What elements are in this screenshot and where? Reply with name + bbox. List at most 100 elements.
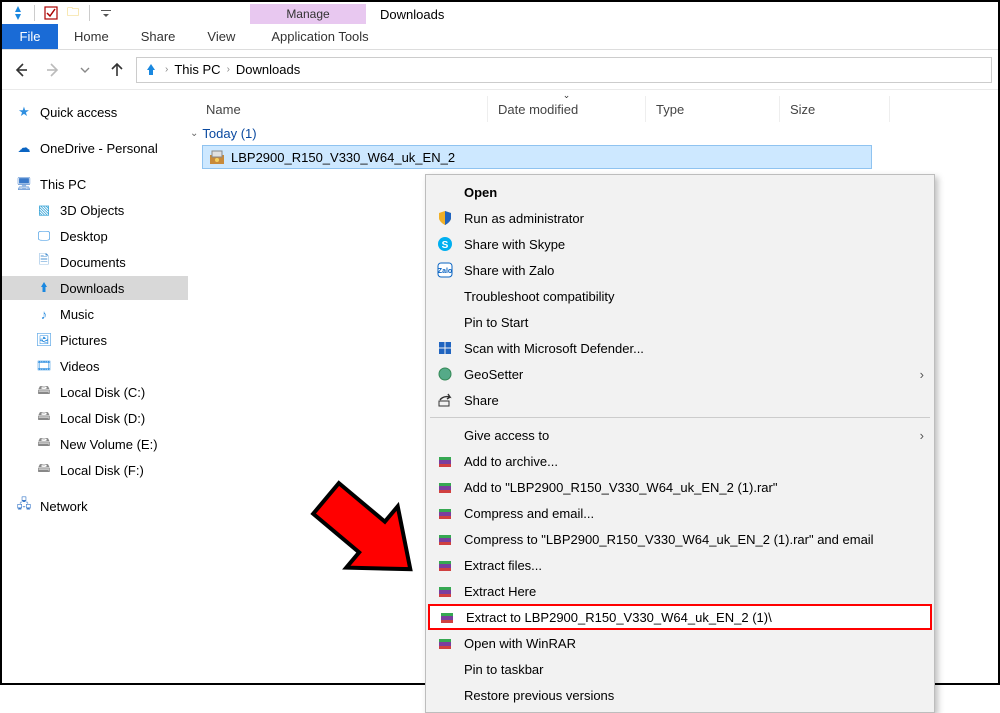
- sort-descending-icon: ⌄: [563, 90, 571, 101]
- breadcrumb-root[interactable]: This PC: [174, 62, 220, 77]
- skype-icon: S: [436, 235, 454, 253]
- qat-dropdown-icon[interactable]: [98, 5, 114, 21]
- cm-geosetter[interactable]: GeoSetter ›: [428, 361, 932, 387]
- cm-open-winrar[interactable]: Open with WinRAR: [428, 630, 932, 656]
- winrar-icon: [436, 582, 454, 600]
- winrar-icon: [438, 608, 456, 626]
- cm-open[interactable]: Open: [428, 179, 932, 205]
- column-headers: Name ⌄ Date modified Type Size: [188, 96, 998, 122]
- cm-zalo[interactable]: Zalo Share with Zalo: [428, 257, 932, 283]
- disk-icon: 🖴: [36, 410, 52, 426]
- ribbon-context-tab[interactable]: Manage: [250, 4, 366, 24]
- downloads-folder-icon: [143, 62, 159, 78]
- cloud-icon: ☁: [16, 140, 32, 156]
- sidebar-disk-d[interactable]: 🖴 Local Disk (D:): [2, 406, 188, 430]
- winrar-icon: [436, 504, 454, 522]
- cm-skype[interactable]: S Share with Skype: [428, 231, 932, 257]
- cm-label: Troubleshoot compatibility: [464, 289, 615, 304]
- cm-restore[interactable]: Restore previous versions: [428, 682, 932, 708]
- sidebar-item-label: 3D Objects: [60, 203, 124, 218]
- cm-add-archive[interactable]: Add to archive...: [428, 448, 932, 474]
- context-menu: Open Run as administrator S Share with S…: [425, 174, 935, 713]
- column-name[interactable]: Name: [188, 96, 488, 122]
- chevron-right-icon[interactable]: ›: [165, 64, 168, 75]
- cm-label: Compress to "LBP2900_R150_V330_W64_uk_EN…: [464, 532, 874, 547]
- sidebar-item-label: Quick access: [40, 105, 117, 120]
- cm-compress-email[interactable]: Compress and email...: [428, 500, 932, 526]
- sidebar-item-label: OneDrive - Personal: [40, 141, 158, 156]
- separator: [89, 5, 90, 21]
- cm-share[interactable]: Share: [428, 387, 932, 413]
- desktop-icon: 🖵: [36, 228, 52, 244]
- back-button[interactable]: [8, 57, 34, 83]
- tab-view[interactable]: View: [191, 24, 251, 49]
- sidebar-item-label: Music: [60, 307, 94, 322]
- sidebar-disk-f[interactable]: 🖴 Local Disk (F:): [2, 458, 188, 482]
- chevron-right-icon[interactable]: ›: [227, 64, 230, 75]
- sidebar-item-label: Desktop: [60, 229, 108, 244]
- pictures-icon: 🖼: [36, 332, 52, 348]
- file-tab[interactable]: File: [2, 24, 58, 49]
- disk-icon: 🖴: [36, 462, 52, 478]
- sidebar-this-pc[interactable]: 🖥 This PC: [2, 172, 188, 196]
- winrar-icon: [436, 452, 454, 470]
- sidebar-onedrive[interactable]: ☁ OneDrive - Personal: [2, 136, 188, 160]
- sidebar-documents[interactable]: 🗎 Documents: [2, 250, 188, 274]
- up-button[interactable]: [104, 57, 130, 83]
- tab-application-tools[interactable]: Application Tools: [255, 24, 384, 49]
- sidebar-disk-e[interactable]: 🖴 New Volume (E:): [2, 432, 188, 456]
- cm-pin-start[interactable]: Pin to Start: [428, 309, 932, 335]
- cm-label: Extract Here: [464, 584, 536, 599]
- column-size[interactable]: Size: [780, 96, 890, 122]
- qat-folder-icon[interactable]: 🗀: [65, 5, 81, 21]
- share-icon: [436, 391, 454, 409]
- sidebar-videos[interactable]: 🎞 Videos: [2, 354, 188, 378]
- qat-item-icon[interactable]: [43, 5, 59, 21]
- address-bar[interactable]: › This PC › Downloads: [136, 57, 992, 83]
- chevron-down-icon: ⌄: [190, 128, 198, 139]
- cm-defender[interactable]: Scan with Microsoft Defender...: [428, 335, 932, 361]
- cm-label: Extract to LBP2900_R150_V330_W64_uk_EN_2…: [466, 610, 772, 625]
- cm-label: Give access to: [464, 428, 549, 443]
- sidebar-network[interactable]: 🖧 Network: [2, 494, 188, 518]
- sidebar-3d-objects[interactable]: ▧ 3D Objects: [2, 198, 188, 222]
- sidebar-item-label: This PC: [40, 177, 86, 192]
- cm-give-access[interactable]: Give access to ›: [428, 422, 932, 448]
- geosetter-icon: [436, 365, 454, 383]
- cm-extract-here[interactable]: Extract Here: [428, 578, 932, 604]
- file-name: LBP2900_R150_V330_W64_uk_EN_2: [231, 150, 455, 165]
- group-header-today[interactable]: ⌄ Today (1): [188, 122, 998, 145]
- sidebar-disk-c[interactable]: 🖴 Local Disk (C:): [2, 380, 188, 404]
- window-title: Downloads: [380, 4, 444, 24]
- cm-troubleshoot[interactable]: Troubleshoot compatibility: [428, 283, 932, 309]
- ribbon-tabs: File Home Share View Application Tools: [2, 24, 998, 50]
- shield-icon: [436, 209, 454, 227]
- cm-compress-named-email[interactable]: Compress to "LBP2900_R150_V330_W64_uk_EN…: [428, 526, 932, 552]
- forward-button[interactable]: [40, 57, 66, 83]
- tab-home[interactable]: Home: [58, 24, 125, 49]
- cm-pin-taskbar[interactable]: Pin to taskbar: [428, 656, 932, 682]
- column-type[interactable]: Type: [646, 96, 780, 122]
- breadcrumb-folder[interactable]: Downloads: [236, 62, 300, 77]
- sidebar-desktop[interactable]: 🖵 Desktop: [2, 224, 188, 248]
- cm-extract-to[interactable]: Extract to LBP2900_R150_V330_W64_uk_EN_2…: [428, 604, 932, 630]
- sidebar-item-label: Local Disk (D:): [60, 411, 145, 426]
- sidebar-item-label: Local Disk (C:): [60, 385, 145, 400]
- folder-icon: [10, 5, 26, 21]
- sidebar-quick-access[interactable]: ★ Quick access: [2, 100, 188, 124]
- recent-dropdown-icon[interactable]: [72, 57, 98, 83]
- cm-run-admin[interactable]: Run as administrator: [428, 205, 932, 231]
- cm-label: Share: [464, 393, 499, 408]
- sidebar-pictures[interactable]: 🖼 Pictures: [2, 328, 188, 352]
- sidebar-music[interactable]: ♪ Music: [2, 302, 188, 326]
- cm-extract-files[interactable]: Extract files...: [428, 552, 932, 578]
- tab-share[interactable]: Share: [125, 24, 192, 49]
- winrar-icon: [436, 634, 454, 652]
- cm-add-named[interactable]: Add to "LBP2900_R150_V330_W64_uk_EN_2 (1…: [428, 474, 932, 500]
- sidebar-downloads[interactable]: Downloads: [2, 276, 188, 300]
- file-row[interactable]: LBP2900_R150_V330_W64_uk_EN_2: [202, 145, 872, 169]
- svg-text:S: S: [442, 240, 449, 251]
- sidebar-item-label: Local Disk (F:): [60, 463, 144, 478]
- sidebar-item-label: Documents: [60, 255, 126, 270]
- column-date[interactable]: ⌄ Date modified: [488, 96, 646, 122]
